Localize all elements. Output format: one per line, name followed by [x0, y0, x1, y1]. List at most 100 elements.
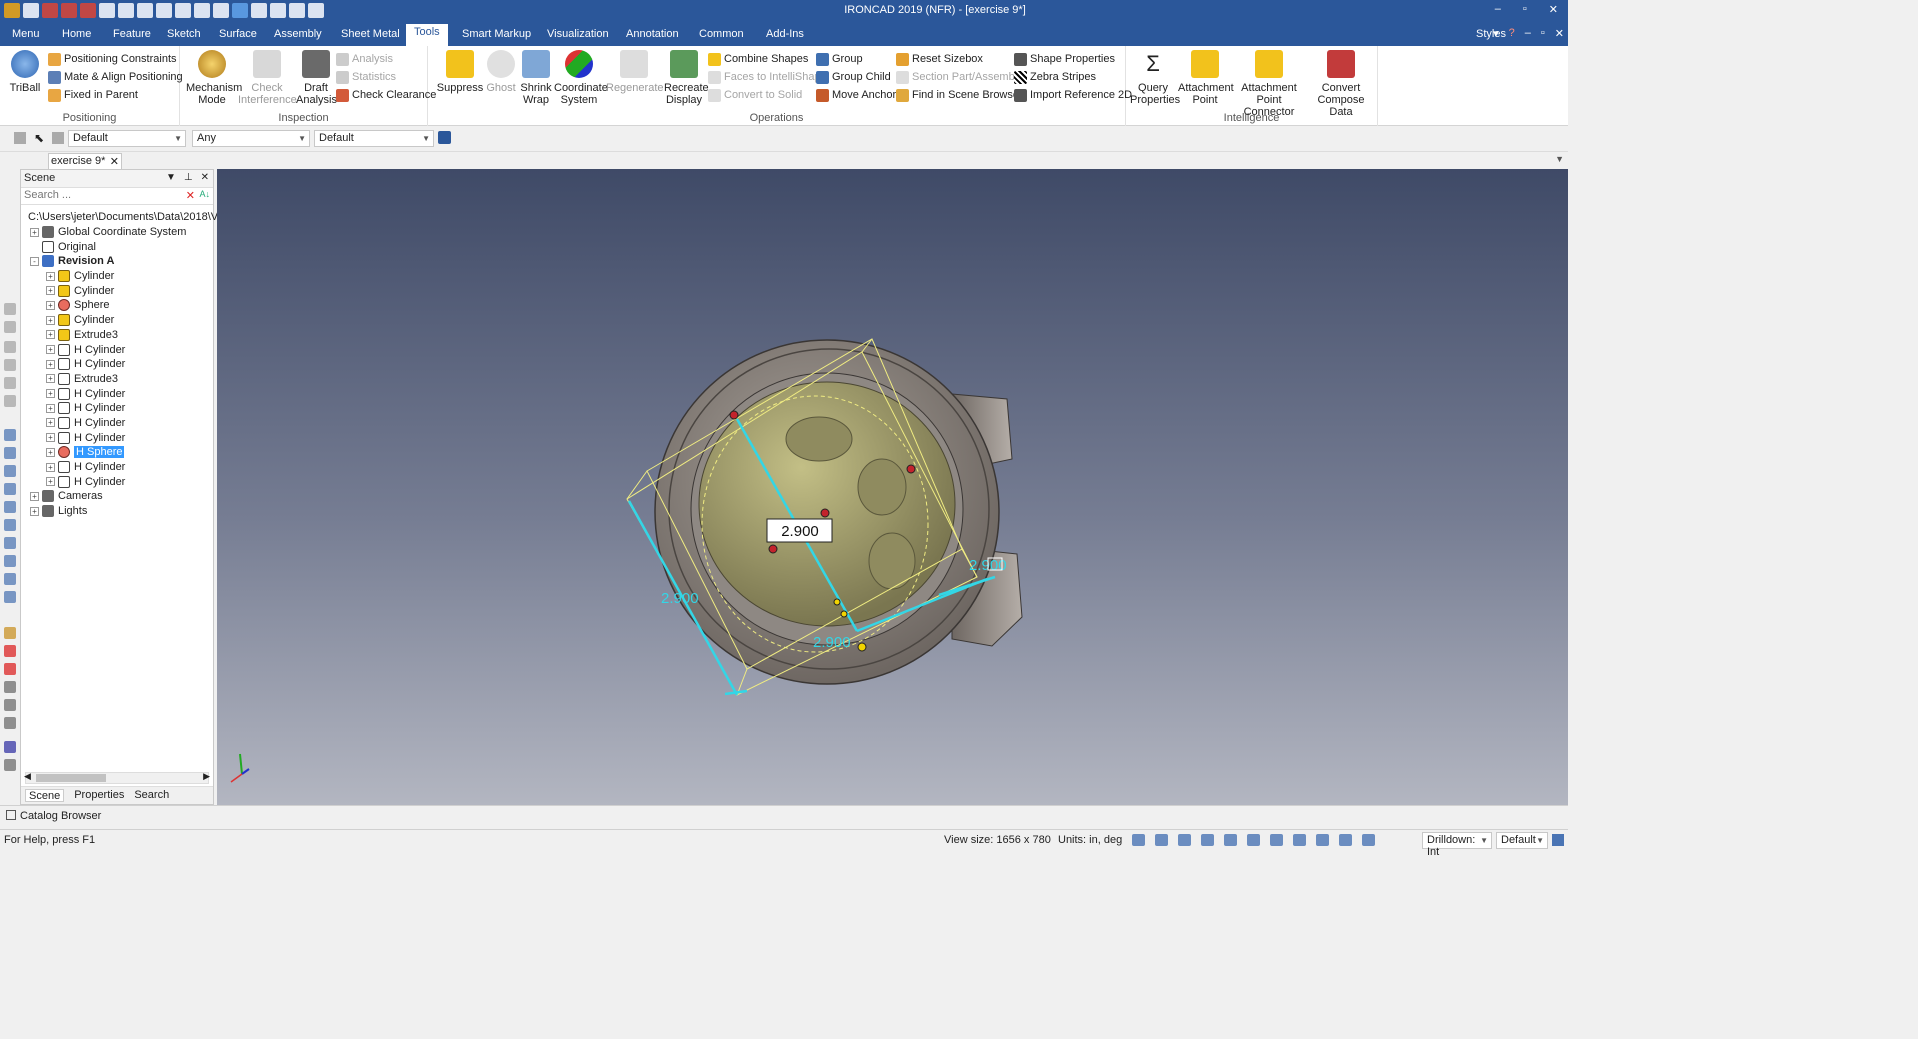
render-icon[interactable]	[1247, 834, 1260, 846]
expand-toggle-icon[interactable]: +	[46, 374, 55, 384]
mechanism-mode-button[interactable]: Mechanism Mode	[186, 50, 242, 106]
expand-toggle-icon[interactable]: +	[46, 433, 55, 443]
tool-icon[interactable]	[4, 321, 16, 333]
find-in-scene-button[interactable]: Find in Scene Browser	[896, 87, 1023, 103]
reset-sizebox-button[interactable]: Reset Sizebox	[896, 51, 983, 67]
expand-toggle-icon[interactable]: +	[46, 403, 55, 413]
clear-search-icon[interactable]: ✕	[186, 189, 195, 202]
expand-toggle-icon[interactable]: +	[46, 315, 55, 325]
check-interference-button[interactable]: Check Interference	[238, 50, 297, 106]
panel-menu-icon[interactable]: ▼	[166, 172, 176, 183]
zoom-window-icon[interactable]	[1155, 834, 1168, 846]
combine-shapes-button[interactable]: Combine Shapes	[708, 51, 808, 67]
layer-select[interactable]: Default ▼	[314, 130, 434, 147]
tool-icon[interactable]	[4, 681, 16, 693]
tree-item[interactable]: + Lights	[24, 504, 212, 519]
tool-icon[interactable]	[4, 699, 16, 711]
tab-common[interactable]: Common	[699, 26, 744, 46]
tool-icon[interactable]	[4, 759, 16, 771]
faces-to-intellishape-button[interactable]: Faces to IntelliShape	[708, 69, 827, 85]
tab-sketch[interactable]: Sketch	[167, 26, 201, 46]
attachment-point-button[interactable]: Attachment Point	[1178, 50, 1234, 106]
shape-tool-icon[interactable]	[4, 429, 16, 441]
grid-icon[interactable]	[1552, 834, 1564, 846]
tool-icon[interactable]	[4, 717, 16, 729]
tree-item[interactable]: + Global Coordinate System	[24, 225, 212, 240]
close-icon[interactable]: ✕	[201, 172, 209, 183]
expand-toggle-icon[interactable]: +	[46, 345, 55, 355]
tool-icon[interactable]	[4, 341, 16, 353]
tool-icon[interactable]	[4, 395, 16, 407]
shape-tool-icon[interactable]	[4, 519, 16, 531]
expand-toggle-icon[interactable]: +	[46, 447, 55, 457]
expand-toggle-icon[interactable]: +	[30, 491, 39, 501]
tab-search[interactable]: Search	[134, 789, 169, 802]
restore-button[interactable]: ▫	[1523, 3, 1527, 16]
draft-analysis-button[interactable]: Draft Analysis	[296, 50, 337, 106]
tool-icon[interactable]	[4, 741, 16, 753]
tab-assembly[interactable]: Assembly	[274, 26, 322, 46]
horizontal-scrollbar[interactable]: ◀ ▶	[24, 771, 210, 784]
coordinate-system-button[interactable]: Coordinate System	[554, 50, 608, 106]
tree-item[interactable]: + H Sphere	[24, 445, 212, 460]
shading-icon[interactable]	[1201, 834, 1214, 846]
tree-item[interactable]: Original	[24, 239, 212, 254]
expand-toggle-icon[interactable]: +	[46, 271, 55, 281]
drilldown-select[interactable]: Drilldown: Int ▼	[1422, 832, 1492, 858]
shape-tool-icon[interactable]	[4, 465, 16, 477]
fixed-in-parent-button[interactable]: Fixed in Parent	[48, 87, 138, 103]
close-icon[interactable]: ✕	[110, 155, 119, 168]
triball-button[interactable]: TriBall	[6, 50, 44, 94]
tab-smart-markup[interactable]: Smart Markup	[462, 26, 531, 46]
tree-item[interactable]: - Revision A	[24, 254, 212, 269]
expand-toggle-icon[interactable]: +	[46, 477, 55, 487]
tree-item[interactable]: + Sphere	[24, 298, 212, 313]
glasses-icon[interactable]	[1270, 834, 1283, 846]
filter-icon[interactable]	[14, 132, 26, 144]
tab-home[interactable]: Home	[62, 26, 91, 46]
tree-item[interactable]: + H Cylinder	[24, 401, 212, 416]
sort-icon[interactable]: A↓	[199, 189, 210, 199]
tab-menu[interactable]: Menu	[12, 26, 40, 46]
close-doc-icon[interactable]: ✕	[1555, 27, 1564, 40]
restore-doc-icon[interactable]: ▫	[1541, 27, 1545, 40]
expand-toggle-icon[interactable]: +	[46, 462, 55, 472]
styles-dropdown-icon[interactable]: ▾	[1493, 27, 1499, 40]
tree-item[interactable]: + H Cylinder	[24, 474, 212, 489]
group-button[interactable]: Group	[816, 51, 863, 67]
shape-tool-icon[interactable]	[4, 537, 16, 549]
select-icon[interactable]	[1339, 834, 1352, 846]
tab-properties[interactable]: Properties	[74, 789, 124, 802]
expand-toggle-icon[interactable]: +	[46, 389, 55, 399]
shape-tool-icon[interactable]	[4, 573, 16, 585]
tab-annotation[interactable]: Annotation	[626, 26, 679, 46]
scroll-right-icon[interactable]: ▶	[203, 771, 210, 782]
scene-search-input[interactable]: Search ... ✕ A↓	[21, 188, 213, 205]
3d-viewport[interactable]: 2.900 2.900 2.900 2.900	[217, 169, 1568, 805]
shape-tool-icon[interactable]	[4, 555, 16, 567]
shape-tool-icon[interactable]	[4, 501, 16, 513]
ghost-button[interactable]: Ghost	[484, 50, 518, 94]
scrollbar-thumb[interactable]	[36, 774, 106, 782]
bottom-dimension[interactable]: 2.900	[813, 634, 851, 651]
zebra-stripes-button[interactable]: Zebra Stripes	[1014, 69, 1096, 85]
tree-item[interactable]: + Cylinder	[24, 283, 212, 298]
tab-dropdown-icon[interactable]: ▼	[1555, 154, 1564, 164]
regenerate-button[interactable]: Regenerate	[606, 50, 664, 94]
expand-toggle-icon[interactable]: +	[46, 330, 55, 340]
tree-item[interactable]: + Cylinder	[24, 313, 212, 328]
tab-tools[interactable]: Tools	[406, 24, 448, 46]
tree-item[interactable]: + H Cylinder	[24, 357, 212, 372]
filter-select[interactable]: Any ▼	[192, 130, 310, 147]
pointer-icon[interactable]: ⬉	[34, 131, 44, 145]
tree-item[interactable]: + H Cylinder	[24, 342, 212, 357]
check-clearance-button[interactable]: Check Clearance	[336, 87, 436, 103]
center-dimension[interactable]: 2.900	[781, 523, 819, 540]
tree-item[interactable]: + Cameras	[24, 489, 212, 504]
left-dimension[interactable]: 2.900	[661, 590, 699, 607]
tree-item[interactable]: + Extrude3	[24, 328, 212, 343]
perspective-icon[interactable]	[1224, 834, 1237, 846]
tree-item[interactable]: + Cylinder	[24, 269, 212, 284]
section-part-button[interactable]: Section Part/Assembly	[896, 69, 1023, 85]
style-select-status[interactable]: Default ▼	[1496, 832, 1548, 849]
